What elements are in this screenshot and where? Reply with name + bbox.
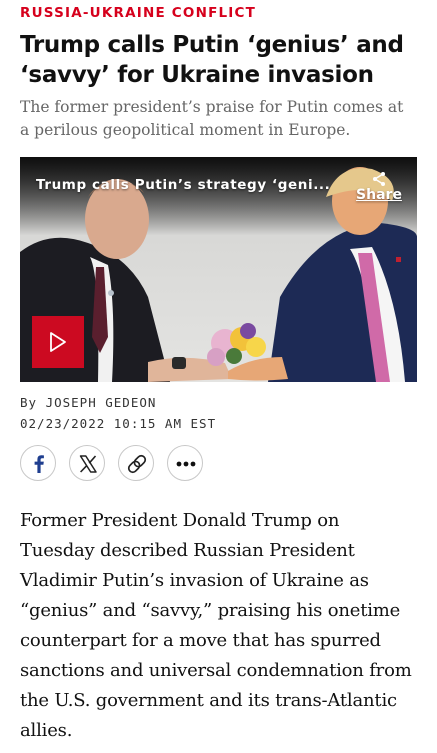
facebook-icon <box>34 455 44 473</box>
link-icon <box>127 454 147 474</box>
publish-date: 02/23/2022 10:15 AM EST <box>20 416 217 431</box>
play-icon <box>50 332 66 352</box>
article-headline: Trump calls Putin ‘genius’ and ‘savvy’ f… <box>20 32 404 88</box>
video-title[interactable]: Trump calls Putin’s strategy ‘geni... <box>36 177 330 193</box>
article-dek: The former president’s praise for Putin … <box>20 98 404 139</box>
byline: By JOSEPH GEDEON <box>20 395 157 410</box>
more-options-button[interactable] <box>167 445 203 481</box>
facebook-share-button[interactable] <box>20 445 56 481</box>
x-icon <box>79 455 97 473</box>
copy-link-button[interactable] <box>118 445 154 481</box>
share-button[interactable]: Share <box>355 171 403 203</box>
more-icon <box>176 461 196 467</box>
video-player[interactable]: Trump calls Putin’s strategy ‘geni... Sh… <box>20 157 417 382</box>
share-icon <box>373 172 385 186</box>
article-body-paragraph: Former President Donald Trump on Tuesday… <box>20 510 412 741</box>
section-kicker[interactable]: RUSSIA-UKRAINE CONFLICT <box>20 5 256 21</box>
share-label: Share <box>356 187 402 203</box>
play-button[interactable] <box>32 316 84 368</box>
x-share-button[interactable] <box>69 445 105 481</box>
